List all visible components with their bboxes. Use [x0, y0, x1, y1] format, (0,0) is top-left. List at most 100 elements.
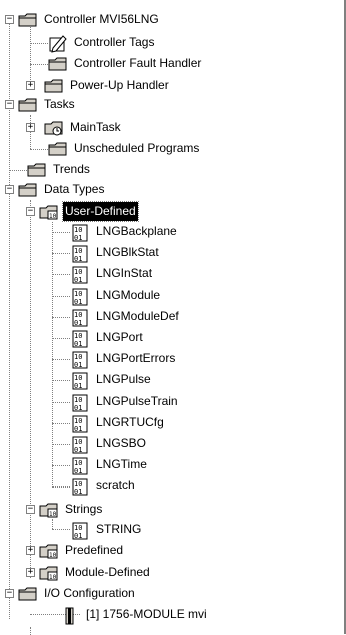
tree-node-udt[interactable]: 10 01 LNGModule: [70, 286, 162, 306]
tree-node-module[interactable]: [1] 1756-MODULE mvi: [60, 605, 209, 624]
svg-text:01: 01: [74, 276, 82, 284]
tree-label: Unscheduled Programs: [74, 141, 200, 155]
tree-line: [52, 380, 70, 381]
datatype-icon: 10 01: [70, 266, 90, 284]
datatype-icon: 10 01: [70, 436, 90, 454]
tree-node-udt[interactable]: 10 01 LNGModuleDef: [70, 307, 181, 327]
tree-node-powerup-handler[interactable]: + Power-Up Handler: [26, 76, 171, 95]
tree-label: Trends: [53, 162, 90, 176]
tree-node-predefined[interactable]: + 10 Predefined: [26, 541, 125, 560]
svg-text:01: 01: [74, 404, 82, 412]
tree-node-udt[interactable]: 10 01 LNGBlkStat: [70, 243, 161, 263]
tree-node-udt[interactable]: 10 01 LNGRTUCfg: [70, 413, 166, 433]
tree-label: User-Defined: [62, 201, 139, 222]
datatype-icon: 10 01: [70, 415, 90, 433]
tree-label: LNGBackplane: [96, 224, 177, 238]
collapse-toggle[interactable]: −: [26, 505, 35, 514]
tree-node-udt[interactable]: 10 01 LNGSBO: [70, 434, 148, 454]
tree-node-controller-tags[interactable]: Controller Tags: [48, 33, 156, 53]
svg-text:10: 10: [74, 524, 82, 532]
svg-text:10: 10: [74, 290, 82, 298]
tree-node-strings[interactable]: − 10 Strings: [26, 500, 104, 519]
tree-node-io-configuration[interactable]: − I/O Configuration: [5, 584, 137, 603]
tree-node-user-defined[interactable]: − 10 User-Defined: [26, 201, 139, 222]
tree-label: LNGModule: [96, 288, 161, 302]
tree-label: Power-Up Handler: [70, 78, 169, 92]
tree-node-main-task[interactable]: + MainTask: [26, 118, 123, 137]
svg-text:01: 01: [74, 255, 82, 263]
task-icon: [44, 120, 64, 136]
datatype-folder-icon: 10: [39, 543, 59, 559]
svg-text:01: 01: [74, 319, 82, 327]
tree-label: LNGPulseTrain: [96, 394, 178, 408]
folder-icon: [18, 182, 38, 198]
tree-line: [52, 529, 70, 530]
folder-icon: [48, 141, 68, 157]
tree-line: [52, 222, 53, 487]
tree-node-udt[interactable]: 10 01 LNGPulse: [70, 370, 153, 390]
folder-icon: [18, 12, 38, 28]
datatype-icon: 10 01: [70, 224, 90, 242]
folder-icon: [44, 78, 64, 94]
tree-line: [52, 274, 70, 275]
collapse-toggle[interactable]: −: [5, 185, 14, 194]
tree-line: [52, 232, 70, 233]
tree-node-controller[interactable]: − Controller MVI56LNG: [5, 10, 161, 29]
controller-organizer-tree: − Controller MVI56LNG Controller Tags Co…: [0, 0, 346, 635]
tree-label: STRING: [96, 522, 142, 536]
tree-line: [52, 253, 70, 254]
expand-toggle[interactable]: +: [26, 568, 35, 577]
datatype-icon: 10 01: [70, 309, 90, 327]
tree-line: [9, 170, 29, 171]
collapse-toggle[interactable]: −: [26, 207, 35, 216]
expand-toggle[interactable]: +: [26, 81, 35, 90]
tree-label: [1] 1756-MODULE mvi: [86, 607, 207, 621]
tree-node-udt[interactable]: 10 01 LNGInStat: [70, 264, 154, 284]
svg-text:10: 10: [74, 438, 82, 446]
expand-toggle[interactable]: +: [26, 123, 35, 132]
datatype-folder-icon: 10: [39, 502, 59, 518]
svg-text:01: 01: [74, 532, 82, 540]
tree-label: MainTask: [70, 120, 121, 134]
expand-toggle[interactable]: +: [26, 546, 35, 555]
collapse-toggle[interactable]: −: [5, 589, 14, 598]
tree-node-udt[interactable]: 10 01 LNGTime: [70, 455, 149, 475]
svg-text:01: 01: [74, 340, 82, 348]
tree-node-udt[interactable]: 10 01 scratch: [70, 476, 137, 496]
tree-node-udt[interactable]: 10 01 LNGPulseTrain: [70, 392, 180, 412]
tree-line: [52, 338, 70, 339]
datatype-icon: 10 01: [70, 330, 90, 348]
tree-line: [30, 149, 48, 150]
svg-text:10: 10: [74, 311, 82, 319]
collapse-toggle[interactable]: −: [5, 100, 14, 109]
datatype-icon: 10 01: [70, 288, 90, 306]
tags-icon: [48, 34, 68, 53]
tree-node-data-types[interactable]: − Data Types: [5, 180, 106, 199]
tree-node-unscheduled-programs[interactable]: Unscheduled Programs: [48, 139, 201, 158]
tree-node-fault-handler[interactable]: Controller Fault Handler: [48, 54, 203, 73]
tree-node-udt[interactable]: 10 01 LNGBackplane: [70, 222, 179, 242]
svg-text:10: 10: [49, 511, 57, 518]
tree-node-udt[interactable]: 10 01 LNGPortErrors: [70, 349, 177, 369]
svg-text:01: 01: [74, 488, 82, 496]
tree-label: Module-Defined: [65, 565, 150, 579]
tree-label: LNGPort: [96, 330, 143, 344]
tree-line: [30, 43, 48, 44]
tree-node-udt[interactable]: 10 01 LNGPort: [70, 328, 145, 348]
tree-line: [52, 423, 70, 424]
tree-node-trends[interactable]: Trends: [27, 160, 92, 179]
datatype-icon: 10 01: [70, 522, 90, 540]
tree-line: [52, 444, 70, 445]
svg-text:01: 01: [74, 361, 82, 369]
tree-node-tasks[interactable]: − Tasks: [5, 95, 77, 114]
svg-text:01: 01: [74, 298, 82, 306]
datatype-icon: 10 01: [70, 478, 90, 496]
tree-line: [52, 317, 70, 318]
tree-line: [52, 296, 70, 297]
collapse-toggle[interactable]: −: [5, 15, 14, 24]
svg-text:10: 10: [49, 574, 57, 581]
svg-text:01: 01: [74, 382, 82, 390]
tree-line: [30, 64, 48, 65]
tree-node-module-defined[interactable]: + 10 Module-Defined: [26, 563, 152, 582]
tree-node-string[interactable]: 10 01 STRING: [70, 520, 143, 540]
